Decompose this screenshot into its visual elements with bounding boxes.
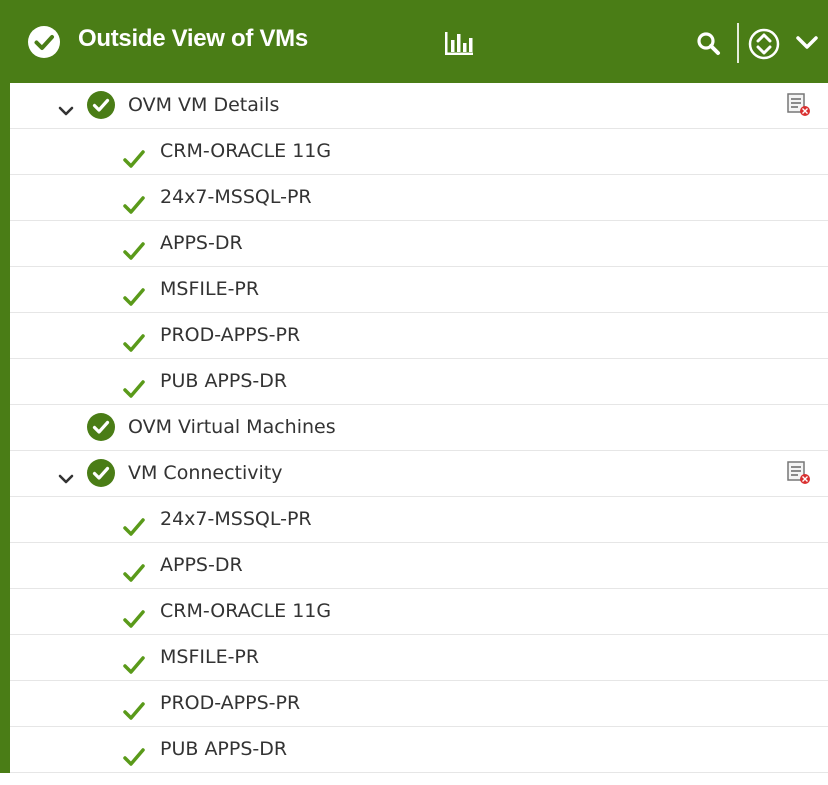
tree-item[interactable]: CRM-ORACLE 11G (10, 129, 828, 175)
tree-item[interactable]: PUB APPS-DR (10, 727, 828, 773)
outside-view-panel: Outside View of VMs OVM VM Details CRM-O… (0, 0, 828, 773)
tree-item[interactable]: 24x7-MSSQL-PR (10, 497, 828, 543)
chart-icon[interactable] (444, 31, 474, 61)
tree-item[interactable]: MSFILE-PR (10, 635, 828, 681)
tree-item[interactable]: PUB APPS-DR (10, 359, 828, 405)
item-label: MSFILE-PR (160, 646, 260, 668)
search-icon[interactable] (696, 31, 722, 61)
group-label: OVM Virtual Machines (128, 416, 336, 438)
chevron-down-icon[interactable] (794, 33, 820, 57)
tree-list: OVM VM Details CRM-ORACLE 11G 24x7-MSSQL… (10, 83, 828, 773)
item-label: PUB APPS-DR (160, 370, 288, 392)
tree-item[interactable]: MSFILE-PR (10, 267, 828, 313)
group-label: OVM VM Details (128, 94, 280, 116)
tree-item[interactable]: PROD-APPS-PR (10, 313, 828, 359)
item-label: CRM-ORACLE 11G (160, 140, 332, 162)
item-label: 24x7-MSSQL-PR (160, 508, 312, 530)
group-label: VM Connectivity (128, 462, 283, 484)
panel-title: Outside View of VMs (78, 25, 308, 52)
sort-icon[interactable] (748, 23, 782, 69)
tree-item[interactable]: APPS-DR (10, 543, 828, 589)
tree-group-vm-connectivity[interactable]: VM Connectivity (10, 451, 828, 497)
item-label: APPS-DR (160, 232, 243, 254)
panel-header: Outside View of VMs (10, 3, 828, 83)
item-label: CRM-ORACLE 11G (160, 600, 332, 622)
header-divider (737, 23, 739, 63)
tree-item[interactable]: CRM-ORACLE 11G (10, 589, 828, 635)
item-label: PUB APPS-DR (160, 738, 288, 760)
tree-item[interactable]: APPS-DR (10, 221, 828, 267)
item-label: APPS-DR (160, 554, 243, 576)
check-circle-icon (28, 26, 60, 58)
item-label: 24x7-MSSQL-PR (160, 186, 312, 208)
check-mark-icon (122, 740, 146, 785)
tree-item[interactable]: 24x7-MSSQL-PR (10, 175, 828, 221)
item-label: PROD-APPS-PR (160, 324, 301, 346)
item-label: PROD-APPS-PR (160, 692, 301, 714)
tree-group-ovm-virtual-machines[interactable]: OVM Virtual Machines (10, 405, 828, 451)
item-label: MSFILE-PR (160, 278, 260, 300)
tree-group-ovm-vm-details[interactable]: OVM VM Details (10, 83, 828, 129)
tree-item[interactable]: PROD-APPS-PR (10, 681, 828, 727)
